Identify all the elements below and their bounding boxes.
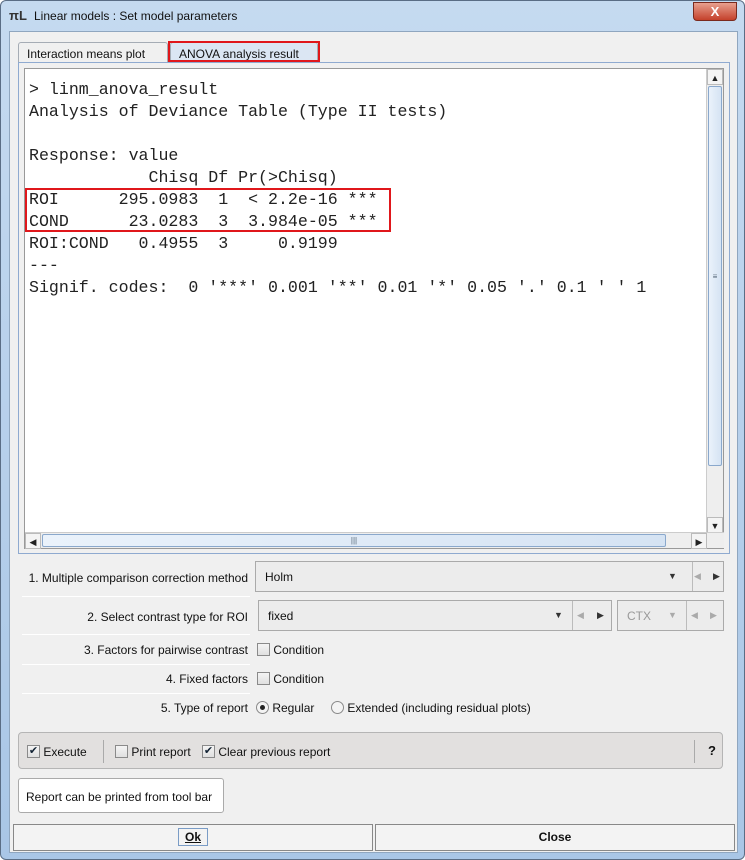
correction-method-value: Holm: [265, 570, 294, 584]
anova-output-text[interactable]: > linm_anova_result Analysis of Deviance …: [24, 68, 724, 549]
report-toolbar: ✔ Execute Print report ✔ Clear previous …: [18, 732, 723, 769]
radio-selected-icon[interactable]: [256, 701, 269, 715]
radio-label: Regular: [272, 700, 315, 715]
divider: [692, 562, 693, 591]
correction-method-label: 1. Multiple comparison correction method: [28, 571, 248, 585]
row-divider: [22, 693, 250, 694]
checkbox-icon[interactable]: [257, 672, 270, 686]
clear-previous-report-checkbox[interactable]: ✔ Clear previous report: [202, 744, 330, 759]
checkbox-label: Print report: [131, 744, 191, 759]
previous-icon[interactable]: ◀: [577, 610, 584, 621]
fixed-condition-checkbox[interactable]: Condition: [257, 671, 324, 686]
radio-icon[interactable]: [331, 701, 344, 715]
scroll-up-icon[interactable]: ▲: [707, 69, 723, 85]
contrast-type-value: fixed: [268, 609, 294, 623]
ok-label: Ok: [177, 828, 208, 846]
report-type-extended-radio[interactable]: Extended (including residual plots): [331, 700, 531, 715]
output-line: ROI 295.0983 1 < 2.2e-16 ***: [29, 190, 378, 209]
radio-label: Extended (including residual plots): [347, 700, 531, 715]
scroll-down-icon[interactable]: ▼: [707, 517, 723, 533]
output-line: Response: value: [29, 146, 179, 165]
checkmark-icon[interactable]: ✔: [27, 745, 40, 759]
report-type-label: 5. Type of report: [160, 701, 248, 715]
scroll-left-icon[interactable]: ◀: [25, 533, 41, 549]
scroll-right-icon[interactable]: ▶: [691, 533, 707, 549]
close-label: Close: [538, 830, 572, 844]
next-icon[interactable]: ▶: [713, 571, 720, 582]
next-icon[interactable]: ▶: [710, 610, 717, 621]
divider: [686, 601, 687, 630]
checkbox-label: Clear previous report: [218, 744, 331, 759]
vertical-scroll-thumb[interactable]: ≡: [708, 86, 722, 466]
previous-icon[interactable]: ◀: [694, 571, 701, 582]
toolbar-separator: [103, 740, 104, 763]
row-divider: [22, 664, 250, 665]
correction-method-select[interactable]: Holm ▼ ◀ ▶: [255, 561, 724, 592]
pmod-icon: πL: [9, 8, 27, 23]
tab-anova-analysis-result[interactable]: ANOVA analysis result: [170, 42, 318, 63]
tab-interaction-means-plot[interactable]: Interaction means plot: [18, 42, 168, 63]
fixed-factors-label: 4. Fixed factors: [165, 672, 248, 686]
toolbar-separator: [694, 740, 695, 763]
checkbox-icon[interactable]: [257, 643, 270, 657]
row-divider: [22, 634, 250, 635]
title-bar: πL Linear models : Set model parameters …: [1, 1, 745, 31]
checkbox-label: Condition: [273, 642, 325, 657]
dialog-window: πL Linear models : Set model parameters …: [0, 0, 745, 860]
checkbox-label: Execute: [43, 744, 87, 759]
chevron-down-icon: ▼: [554, 610, 563, 620]
contrast-type-label: 2. Select contrast type for ROI: [87, 610, 248, 624]
horizontal-scroll-thumb[interactable]: |||: [42, 534, 666, 547]
chevron-down-icon: ▼: [668, 610, 677, 620]
tooltip: Report can be printed from tool bar: [18, 778, 224, 813]
help-button[interactable]: ?: [708, 743, 716, 758]
contrast-type-select[interactable]: fixed ▼ ◀ ▶: [258, 600, 612, 631]
horizontal-scrollbar[interactable]: ◀ ||| ▶: [25, 532, 724, 549]
pairwise-condition-checkbox[interactable]: Condition: [257, 642, 324, 657]
report-type-regular-radio[interactable]: Regular: [256, 700, 314, 715]
row-divider: [22, 596, 250, 597]
contrast-reference-value: CTX: [627, 609, 651, 623]
close-button[interactable]: Close: [375, 824, 735, 851]
output-lines: > linm_anova_result Analysis of Deviance …: [29, 79, 646, 299]
checkbox-label: Condition: [273, 671, 325, 686]
output-line: ROI:COND 0.4955 3 0.9199: [29, 234, 338, 253]
vertical-scrollbar[interactable]: ▲ ≡ ▼: [706, 69, 723, 533]
checkmark-icon[interactable]: ✔: [202, 745, 215, 759]
ok-button[interactable]: Ok: [13, 824, 373, 851]
chevron-down-icon: ▼: [668, 571, 677, 581]
dialog-content: Interaction means plot ANOVA analysis re…: [9, 31, 738, 853]
print-report-checkbox[interactable]: Print report: [115, 744, 191, 759]
window-title: Linear models : Set model parameters: [34, 9, 238, 23]
next-icon[interactable]: ▶: [597, 610, 604, 621]
pairwise-factors-label: 3. Factors for pairwise contrast: [83, 643, 248, 657]
output-line: ---: [29, 256, 59, 275]
output-line: Analysis of Deviance Table (Type II test…: [29, 102, 448, 121]
output-line: > linm_anova_result: [29, 80, 219, 99]
divider: [572, 601, 573, 630]
tab-panel: > linm_anova_result Analysis of Deviance …: [18, 62, 730, 554]
window-close-button[interactable]: X: [693, 2, 737, 21]
output-line: Signif. codes: 0 '***' 0.001 '**' 0.01 '…: [29, 278, 647, 297]
checkbox-icon[interactable]: [115, 745, 128, 759]
contrast-reference-select[interactable]: CTX ▼ ◀ ▶: [617, 600, 724, 631]
output-line: COND 23.0283 3 3.984e-05 ***: [29, 212, 378, 231]
previous-icon[interactable]: ◀: [691, 610, 698, 621]
output-line: Chisq Df Pr(>Chisq): [29, 168, 338, 187]
execute-checkbox[interactable]: ✔ Execute: [27, 744, 87, 759]
